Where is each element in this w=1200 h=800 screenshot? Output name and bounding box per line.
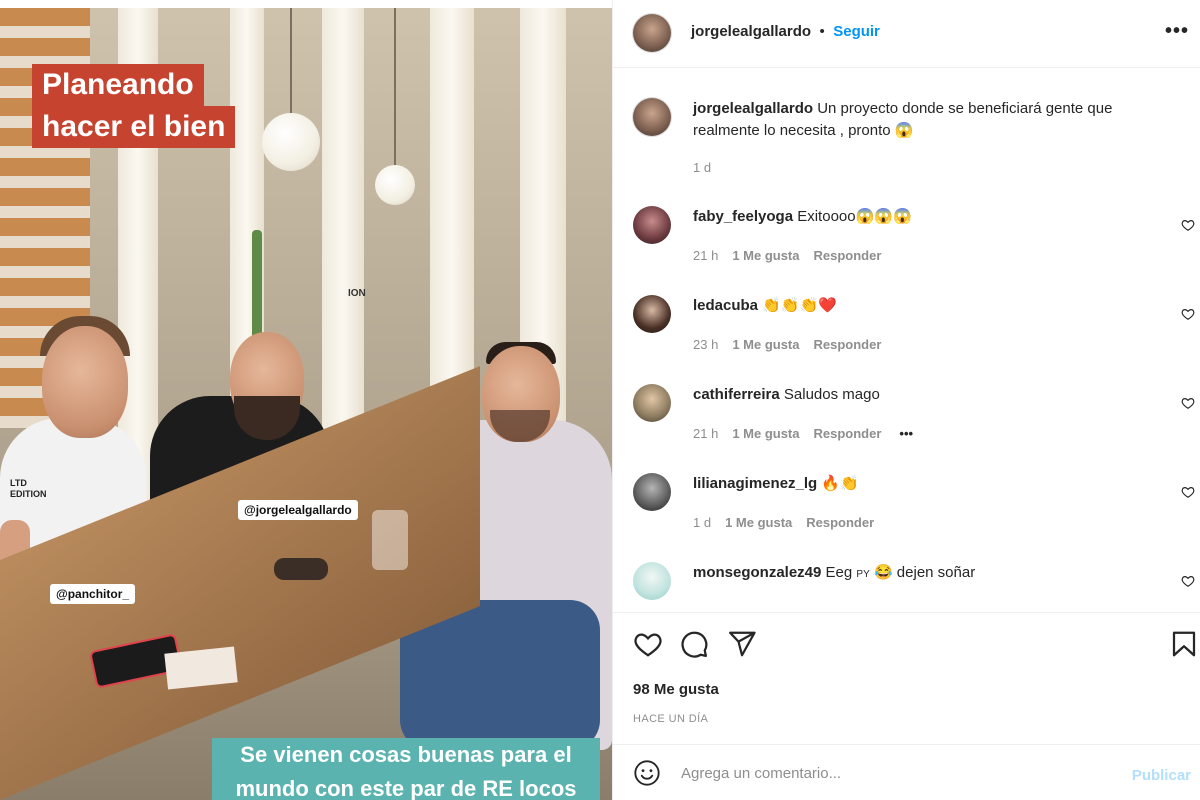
comment-text: cathiferreira Saludos mago <box>693 384 1161 406</box>
commenter-avatar[interactable] <box>633 384 671 422</box>
mention-tag-jorge[interactable]: @jorgelealgallardo <box>238 500 358 520</box>
author-username[interactable]: jorgelealgallardo <box>691 23 811 40</box>
author-avatar[interactable] <box>633 98 671 136</box>
lamp-wire <box>394 8 396 165</box>
sunglasses <box>274 558 328 580</box>
follow-button[interactable]: Seguir <box>833 23 880 40</box>
post-header: jorgelealgallardo • Seguir ••• <box>613 0 1200 68</box>
like-comment-icon[interactable] <box>1181 485 1195 499</box>
reply-button[interactable]: Responder <box>814 426 882 441</box>
headline-line-2: hacer el bien <box>32 106 236 148</box>
more-options-button[interactable]: ••• <box>1165 20 1189 43</box>
story-caption-line-2: mundo con este par de RE locos <box>212 772 600 800</box>
post-side-panel: jorgelealgallardo • Seguir ••• jorgeleal… <box>612 0 1200 800</box>
reply-button[interactable]: Responder <box>814 337 882 352</box>
bookmark-icon[interactable] <box>1169 629 1199 659</box>
instagram-post: ION LTD EDITION Planeando hacer el bien … <box>0 0 1200 800</box>
comment-text: lilianagimenez_lg 🔥👏 <box>693 473 1161 495</box>
separator-dot: • <box>819 23 825 40</box>
comment-username[interactable]: ledacuba <box>693 297 758 314</box>
shirt-print: LTD EDITION <box>10 478 47 499</box>
comment-time: 21 h <box>693 426 719 441</box>
comments-list[interactable]: jorgelealgallardo Un proyecto donde se b… <box>613 68 1200 613</box>
comment-text: ledacuba 👏👏👏❤️ <box>693 295 1161 317</box>
wall-sign: ION <box>348 288 366 299</box>
comment-emoji: 😱😱😱 <box>855 208 912 225</box>
caption-emoji: 😱 <box>894 122 914 139</box>
comment-likes[interactable]: 1 Me gusta <box>732 337 799 352</box>
comment-username[interactable]: monsegonzalez49 <box>693 564 821 581</box>
reply-button[interactable]: Responder <box>806 515 874 530</box>
comment-body: Saludos mago <box>783 386 880 403</box>
comment-time: 1 d <box>693 515 712 530</box>
comment-meta: 23 h 1 Me gusta Responder <box>693 337 881 352</box>
comment-meta: 21 h 1 Me gusta Responder <box>693 248 881 263</box>
pendant-lamp <box>262 113 320 171</box>
flag-py: PY <box>856 569 870 580</box>
photo-top-border <box>0 0 612 8</box>
comment-time: 23 h <box>693 337 719 352</box>
story-headline: Planeando hacer el bien <box>32 64 236 148</box>
smiley-icon[interactable] <box>633 759 661 787</box>
commenter-avatar[interactable] <box>633 562 671 600</box>
comment-more-button[interactable]: ••• <box>899 426 913 441</box>
heart-icon[interactable] <box>633 629 663 659</box>
comment-icon[interactable] <box>679 629 709 659</box>
comment-likes[interactable]: 1 Me gusta <box>732 248 799 263</box>
caption-text: jorgelealgallardo Un proyecto donde se b… <box>693 98 1161 142</box>
post-actions: 98 Me gusta HACE UN DÍA <box>613 612 1200 744</box>
lamp-wire <box>290 8 292 113</box>
likes-count[interactable]: 98 Me gusta <box>633 681 719 698</box>
post-timestamp[interactable]: HACE UN DÍA <box>633 713 708 725</box>
comment-meta: 1 d 1 Me gusta Responder <box>693 515 874 530</box>
commenter-avatar[interactable] <box>633 473 671 511</box>
comment-time: 21 h <box>693 248 719 263</box>
story-caption-line-1: Se vienen cosas buenas para el <box>212 738 600 772</box>
glass <box>372 510 408 570</box>
comment-username[interactable]: cathiferreira <box>693 386 780 403</box>
comment-body-end: dejen soñar <box>896 564 976 581</box>
headline-line-1: Planeando <box>32 64 204 106</box>
like-comment-icon[interactable] <box>1181 307 1195 321</box>
author-avatar[interactable] <box>633 14 671 52</box>
comment-likes[interactable]: 1 Me gusta <box>732 426 799 441</box>
comment-username[interactable]: lilianagimenez_lg <box>693 475 817 492</box>
commenter-avatar[interactable] <box>633 295 671 333</box>
comment-username[interactable]: faby_feelyoga <box>693 208 793 225</box>
comment-emoji: 😂 <box>873 564 893 581</box>
comment-body: Eeg <box>825 564 853 581</box>
send-icon[interactable] <box>727 629 757 659</box>
comment-text: monsegonzalez49 Eeg PY 😂 dejen soñar <box>693 562 1161 586</box>
caption-username[interactable]: jorgelealgallardo <box>693 100 813 117</box>
add-comment-bar: Publicar <box>613 744 1200 800</box>
comment-likes[interactable]: 1 Me gusta <box>725 515 792 530</box>
caption-time: 1 d <box>693 160 712 175</box>
napkin <box>164 646 238 690</box>
pendant-lamp <box>375 165 415 205</box>
comment-emoji: 🔥👏 <box>821 475 859 492</box>
post-photo[interactable]: ION LTD EDITION Planeando hacer el bien … <box>0 0 612 800</box>
mention-tag-panchitor[interactable]: @panchitor_ <box>50 584 136 604</box>
comment-body: Exitoooo <box>797 208 856 225</box>
like-comment-icon[interactable] <box>1181 574 1195 588</box>
comment-emoji: 👏👏👏❤️ <box>762 297 837 314</box>
commenter-avatar[interactable] <box>633 206 671 244</box>
like-comment-icon[interactable] <box>1181 218 1195 232</box>
comment-meta: 21 h 1 Me gusta Responder ••• <box>693 426 913 441</box>
comment-input[interactable] <box>679 759 1099 787</box>
publish-button[interactable]: Publicar <box>1132 767 1191 784</box>
reply-button[interactable]: Responder <box>814 248 882 263</box>
story-caption: Se vienen cosas buenas para el mundo con… <box>212 738 600 800</box>
comment-text: faby_feelyoga Exitoooo😱😱😱 <box>693 206 1161 228</box>
like-comment-icon[interactable] <box>1181 396 1195 410</box>
plant <box>252 230 262 340</box>
